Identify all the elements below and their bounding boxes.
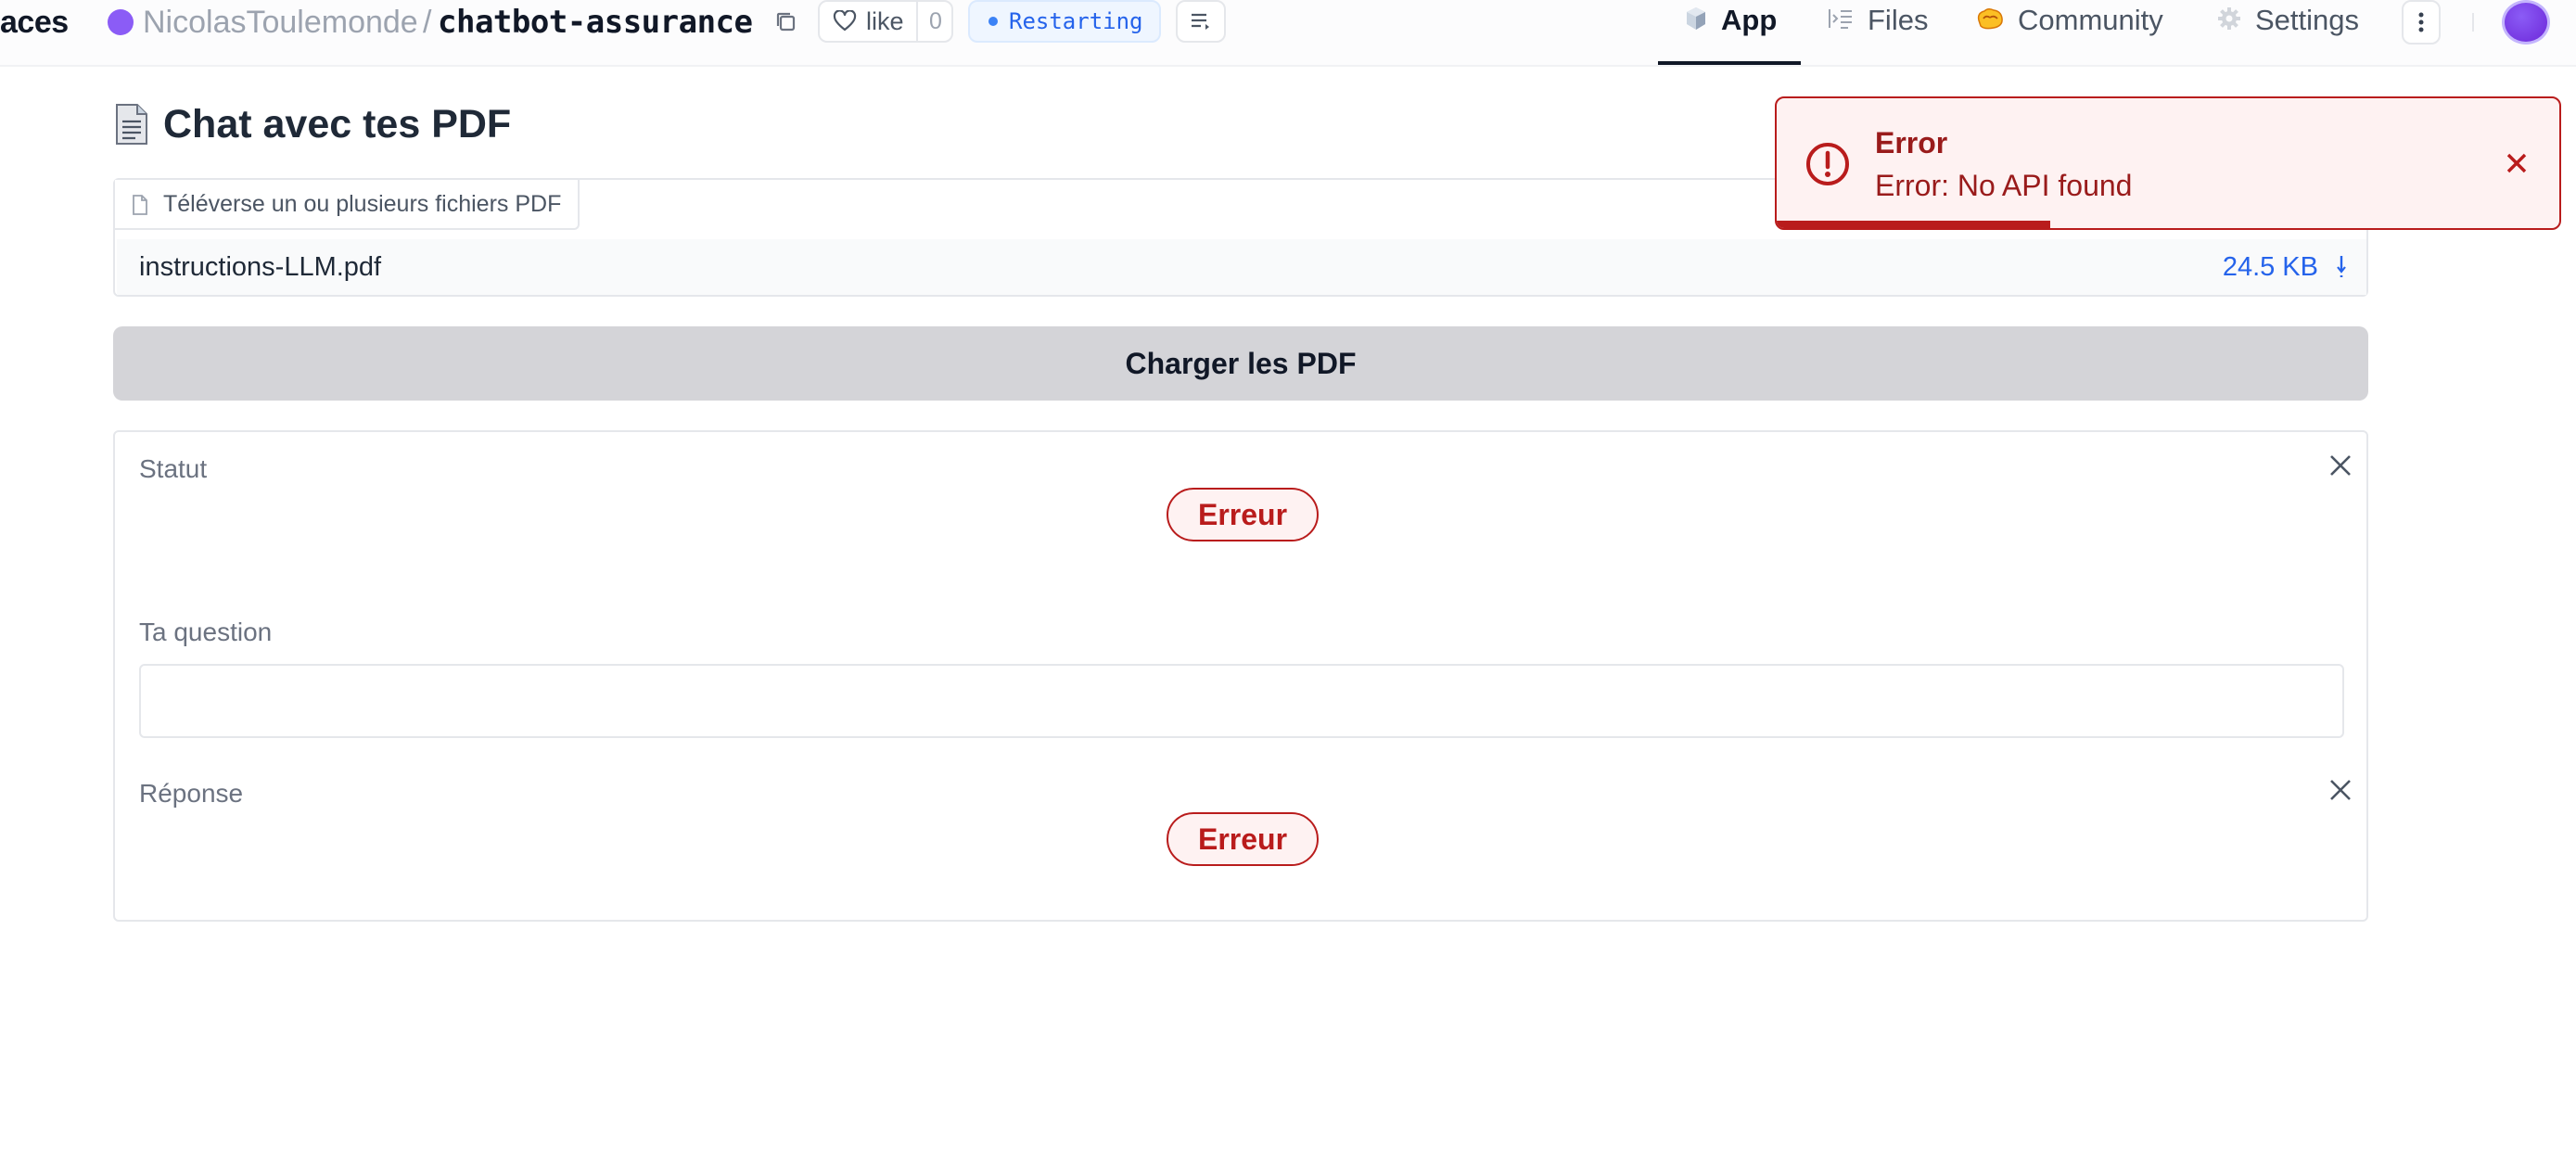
document-icon <box>116 104 147 145</box>
logs-icon <box>1192 13 1209 30</box>
question-input[interactable] <box>139 664 2344 738</box>
toast-timer-bar <box>1777 221 2051 228</box>
files-icon <box>1829 9 1852 29</box>
answer-error-badge: Erreur <box>1167 812 1319 866</box>
load-pdf-button[interactable]: Charger les PDF <box>113 326 2368 401</box>
chat-panel: Statut Erreur Ta question Réponse Erreur <box>113 430 2368 922</box>
download-icon[interactable] <box>2337 254 2346 278</box>
toast-title: Error <box>1875 126 1948 159</box>
tab-app-label: App <box>1721 4 1778 36</box>
status-dot-icon <box>988 17 998 26</box>
question-label: Ta question <box>139 618 273 646</box>
tab-settings[interactable]: Settings <box>2216 0 2359 65</box>
gear-icon <box>2218 7 2240 30</box>
clear-status-icon[interactable] <box>2326 451 2355 480</box>
copy-icon[interactable] <box>773 9 799 35</box>
status-label: Statut <box>139 454 208 483</box>
status-error-badge: Erreur <box>1167 488 1319 541</box>
tab-community[interactable]: Community <box>1975 0 2163 65</box>
error-icon <box>1806 143 1849 185</box>
divider <box>2472 13 2474 32</box>
file-upload-label-text: Téléverse un ou plusieurs fichiers PDF <box>163 190 562 217</box>
like-button[interactable]: like 0 <box>818 0 953 43</box>
file-row: instructions-LLM.pdf 24.5 KB <box>117 239 2366 295</box>
status-text: Restarting <box>1009 8 1143 34</box>
tab-app[interactable]: App <box>1684 0 1777 65</box>
page-title: Chat avec tes PDF <box>113 96 511 152</box>
file-upload-label: Téléverse un ou plusieurs fichiers PDF <box>115 180 580 230</box>
tab-community-label: Community <box>2018 4 2163 36</box>
community-icon <box>1977 7 2003 30</box>
breadcrumb-owner[interactable]: NicolasToulemonde <box>143 0 418 45</box>
like-count[interactable]: 0 <box>916 2 953 41</box>
toast-message: Error: No API found <box>1875 169 2133 202</box>
close-icon[interactable] <box>2504 150 2530 176</box>
clear-answer-icon[interactable] <box>2326 775 2355 805</box>
logs-button[interactable] <box>1176 0 1226 43</box>
kebab-icon <box>2418 12 2424 32</box>
more-options-button[interactable] <box>2402 0 2441 45</box>
breadcrumb-separator: / <box>423 4 432 40</box>
active-tab-indicator <box>1658 61 1801 65</box>
top-bar: aces NicolasToulemonde / chatbot-assuran… <box>0 0 2576 67</box>
breadcrumb-repo[interactable]: chatbot-assurance <box>438 0 753 45</box>
user-avatar[interactable] <box>2502 0 2550 45</box>
tab-files[interactable]: Files <box>1827 0 1928 65</box>
file-size-link[interactable]: 24.5 KB <box>2223 252 2318 283</box>
error-toast: Error Error: No API found <box>1775 96 2561 230</box>
heart-icon <box>833 10 857 32</box>
status-badge[interactable]: Restarting <box>968 0 1161 43</box>
answer-label: Réponse <box>139 779 244 808</box>
toast-timer-track <box>1777 221 2559 228</box>
file-icon <box>133 195 147 215</box>
cube-icon <box>1687 7 1705 30</box>
owner-avatar <box>108 9 134 35</box>
like-label: like <box>866 6 904 35</box>
tab-files-label: Files <box>1868 4 1929 36</box>
tab-settings-label: Settings <box>2255 4 2360 36</box>
page-title-text: Chat avec tes PDF <box>163 101 512 146</box>
file-name[interactable]: instructions-LLM.pdf <box>139 252 381 283</box>
breadcrumb-spaces[interactable]: aces <box>0 0 69 45</box>
